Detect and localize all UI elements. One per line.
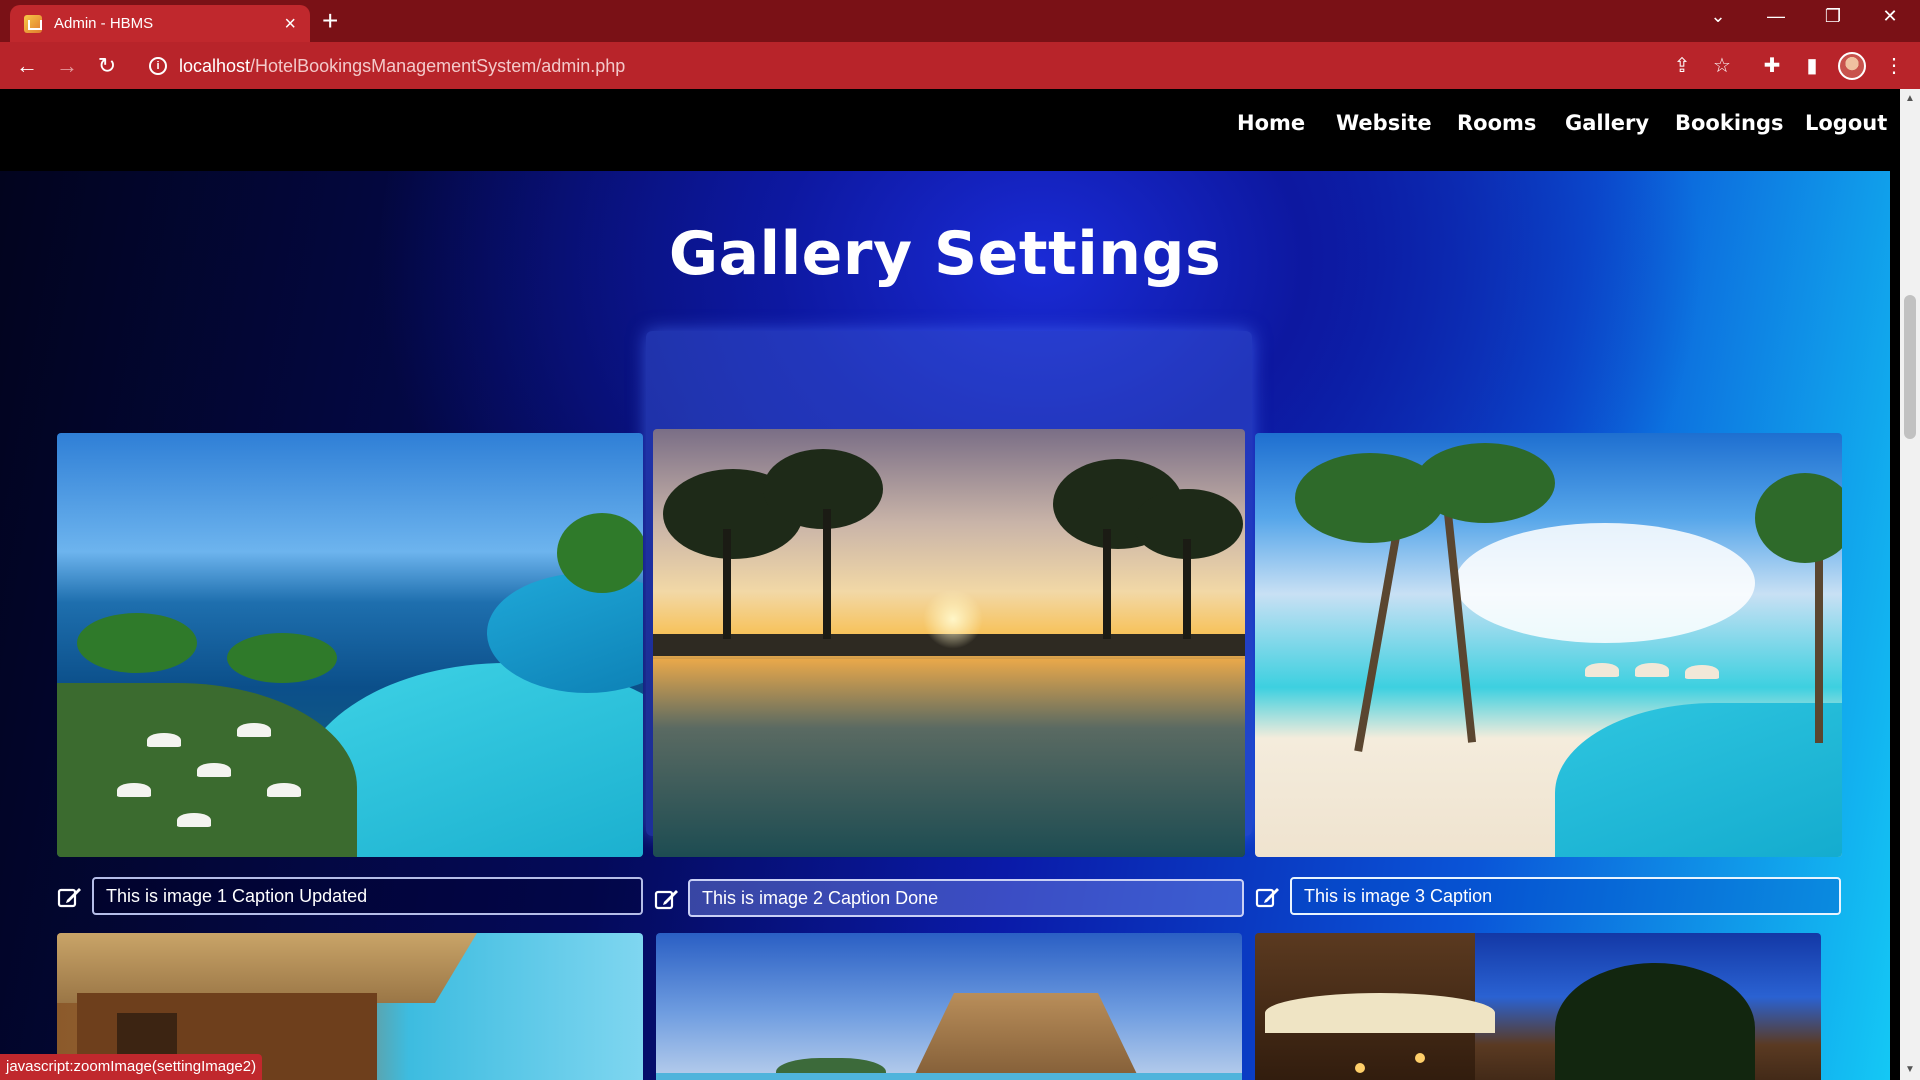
tab-title: Admin - HBMS [54, 15, 154, 32]
url-host: localhost [179, 55, 251, 76]
gallery-image-6[interactable] [1255, 933, 1821, 1080]
close-window-button[interactable]: ✕ [1870, 6, 1910, 27]
gallery-image-1[interactable] [57, 433, 643, 857]
caption-input-1[interactable] [92, 877, 643, 915]
restore-button[interactable]: ❐ [1813, 6, 1853, 27]
browser-tab[interactable]: Admin - HBMS × [10, 5, 310, 42]
gallery-settings-section: Gallery Settings [0, 171, 1890, 1080]
new-tab-button[interactable]: + [322, 7, 338, 35]
share-icon[interactable]: ⇪ [1668, 52, 1696, 80]
tab-search-icon[interactable]: ⌄ [1698, 6, 1738, 27]
nav-website-link[interactable]: Website [1336, 111, 1432, 135]
extensions-icon[interactable]: ✚ [1758, 52, 1786, 80]
gallery-image-2[interactable] [653, 429, 1245, 857]
side-panel-icon[interactable]: ▮ [1798, 52, 1826, 80]
nav-bookings-link[interactable]: Bookings [1675, 111, 1784, 135]
link-status-bar: javascript:zoomImage(settingImage2) [0, 1054, 263, 1080]
nav-gallery-link[interactable]: Gallery [1565, 111, 1649, 135]
caption-input-3[interactable] [1290, 877, 1841, 915]
browser-menu-icon[interactable]: ⋮ [1880, 52, 1908, 80]
browser-tabbar: Admin - HBMS × + ⌄ — ❐ ✕ [0, 0, 1920, 42]
gallery-image-5[interactable] [656, 933, 1242, 1080]
address-bar[interactable]: i localhost/HotelBookingsManagementSyste… [135, 49, 1695, 83]
site-navbar: Home Website Rooms Gallery Bookings Logo… [0, 89, 1900, 159]
back-icon[interactable]: ← [12, 51, 42, 81]
profile-avatar[interactable] [1838, 52, 1866, 80]
bookmark-star-icon[interactable]: ☆ [1708, 52, 1736, 80]
minimize-button[interactable]: — [1756, 6, 1796, 27]
nav-rooms-link[interactable]: Rooms [1457, 111, 1536, 135]
caption-input-2[interactable] [688, 879, 1244, 917]
scroll-up-icon[interactable]: ▲ [1904, 93, 1916, 104]
page-title: Gallery Settings [668, 219, 1222, 289]
gallery-image-3[interactable] [1255, 433, 1842, 857]
forward-icon[interactable]: → [52, 51, 82, 81]
hotel-favicon-icon [24, 14, 42, 33]
edit-caption-2-icon[interactable] [654, 886, 680, 912]
nav-logout-link[interactable]: Logout [1805, 111, 1887, 135]
reload-icon[interactable]: ↻ [92, 51, 122, 81]
scrollbar-thumb[interactable] [1904, 295, 1916, 439]
site-info-icon[interactable]: i [149, 57, 167, 75]
page-scrollbar[interactable]: ▲ ▼ [1900, 89, 1920, 1080]
browser-toolbar: ← → ↻ i localhost/HotelBookingsManagemen… [0, 42, 1920, 89]
edit-caption-1-icon[interactable] [57, 884, 83, 910]
page-viewport: Home Website Rooms Gallery Bookings Logo… [0, 89, 1900, 1080]
edit-caption-3-icon[interactable] [1255, 884, 1281, 910]
scroll-down-icon[interactable]: ▼ [1904, 1064, 1916, 1075]
close-tab-icon[interactable]: × [284, 14, 296, 34]
url-path: /HotelBookingsManagementSystem/admin.php [250, 55, 626, 76]
nav-home-link[interactable]: Home [1237, 111, 1305, 135]
